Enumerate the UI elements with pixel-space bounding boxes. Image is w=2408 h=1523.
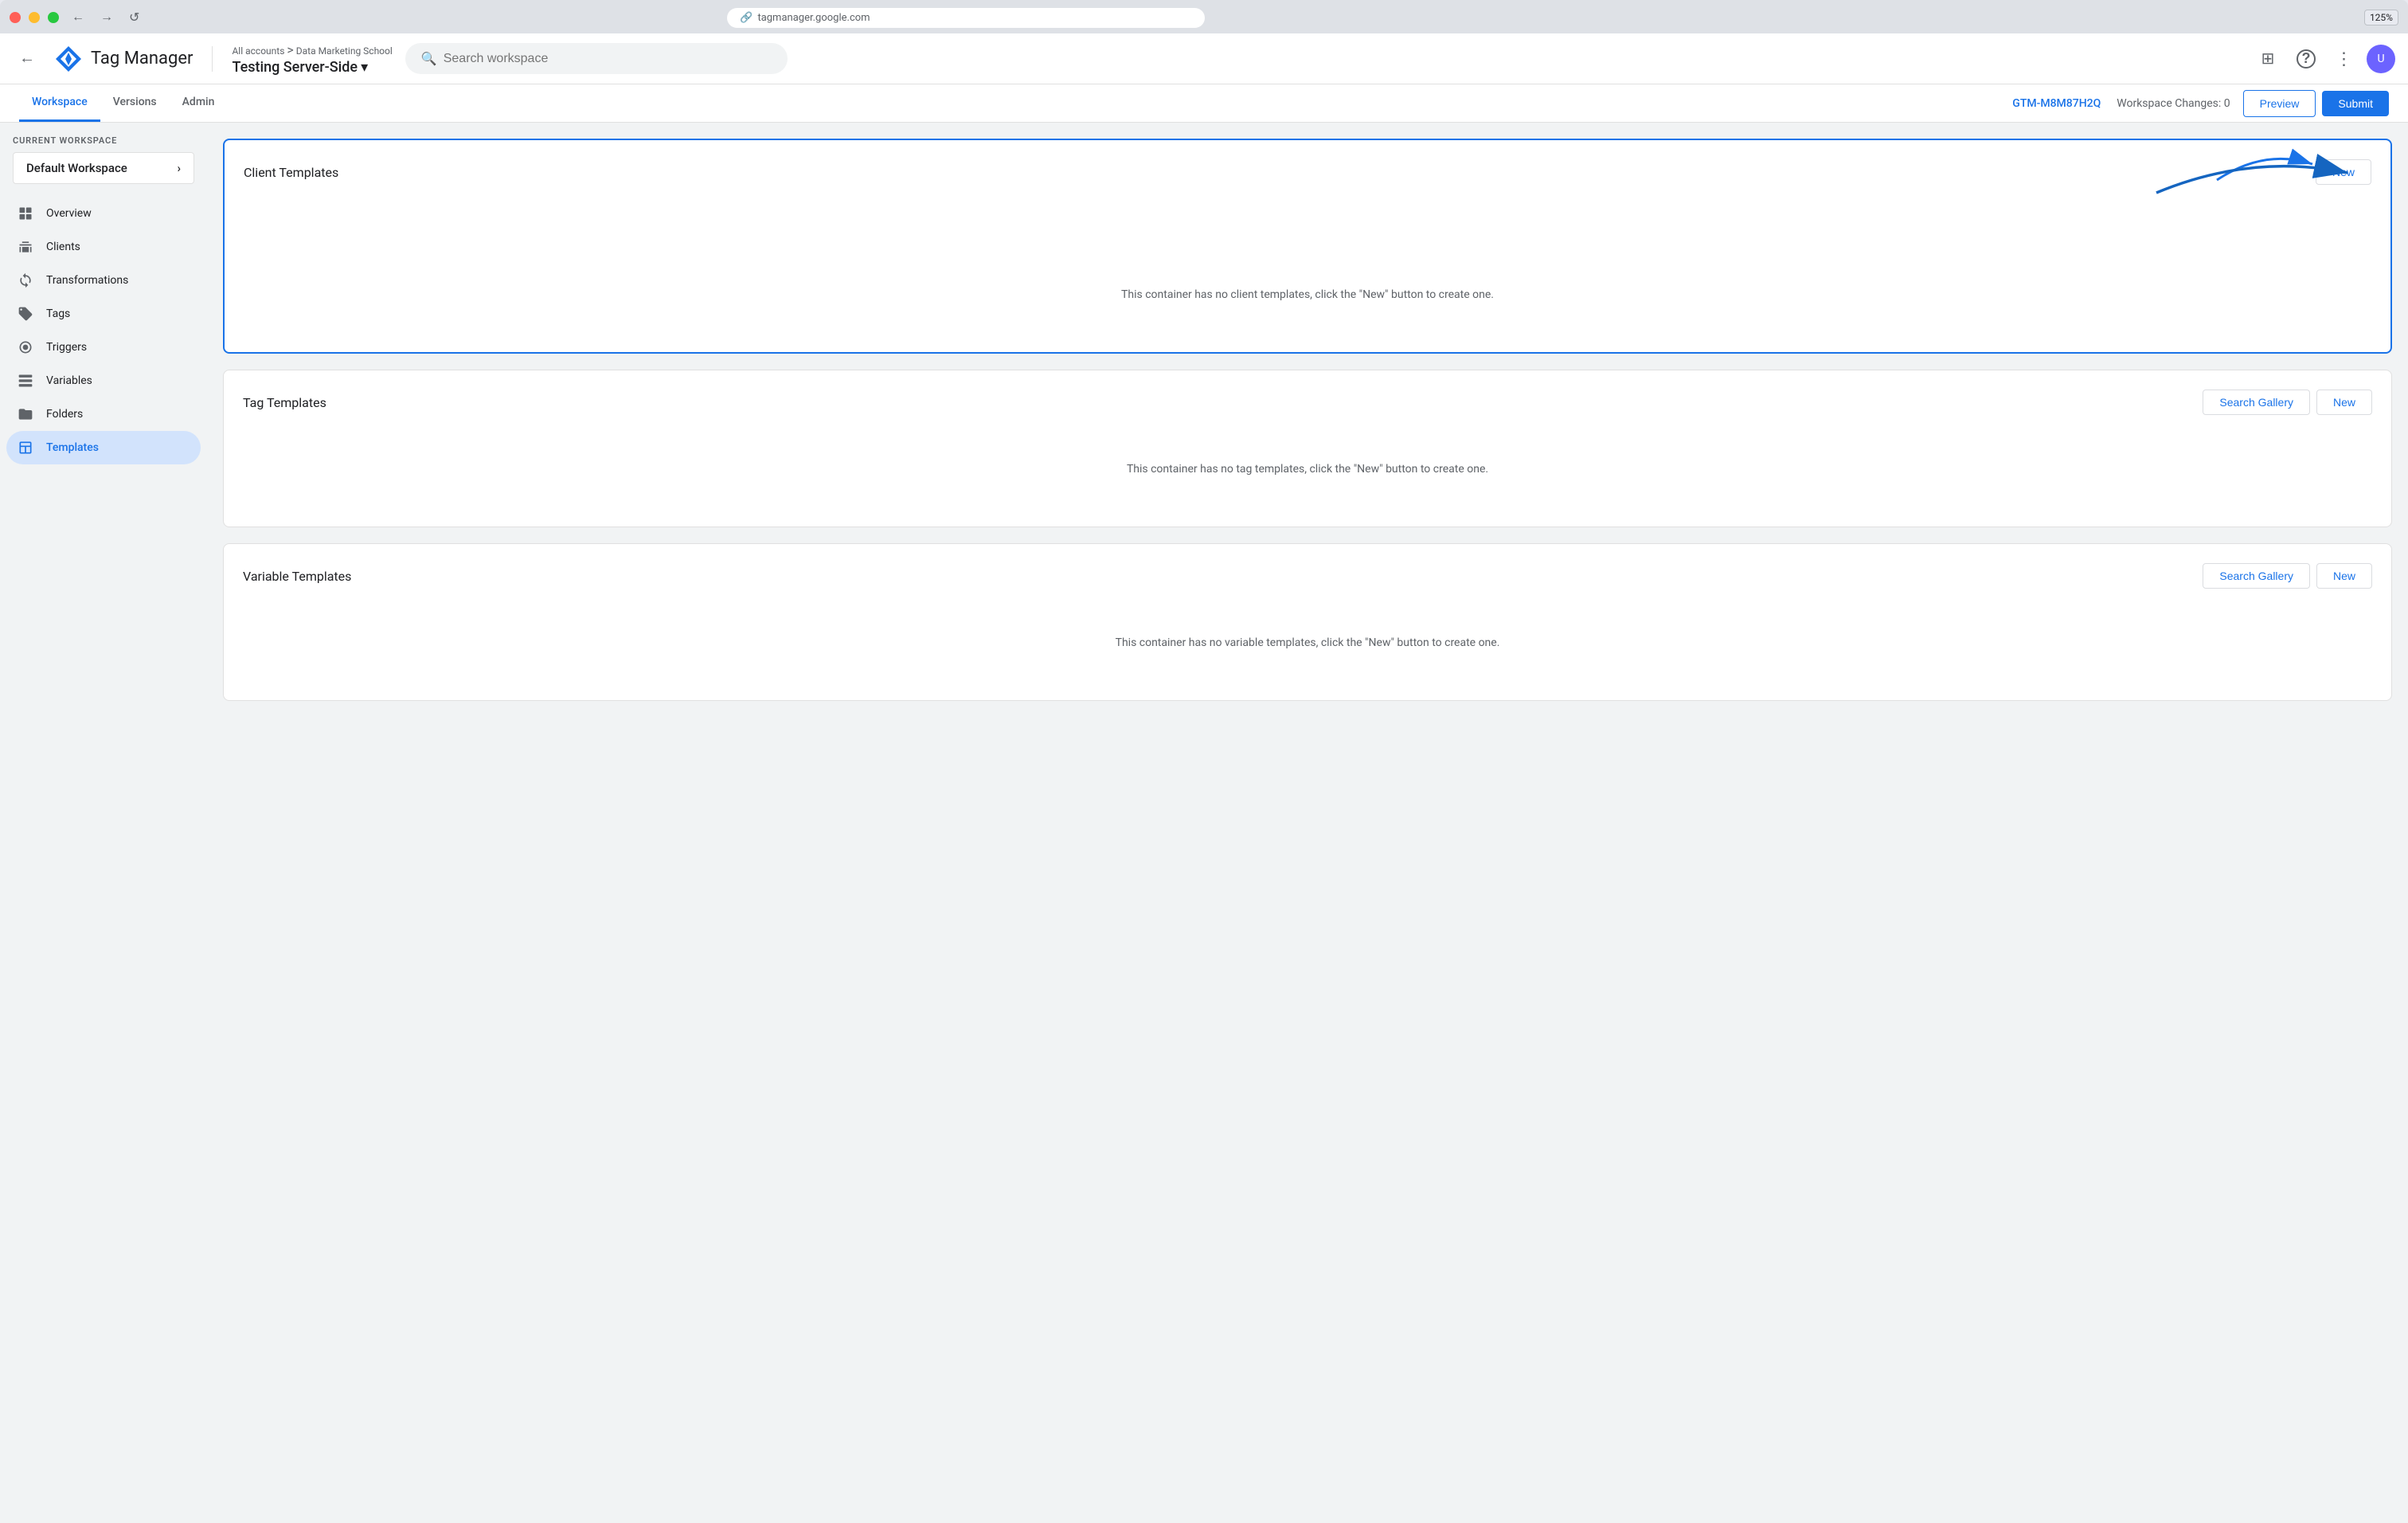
variable-templates-empty: This container has no variable templates… <box>243 605 2372 681</box>
sidebar-item-folders[interactable]: Folders <box>6 397 201 431</box>
close-btn[interactable] <box>10 12 21 23</box>
reload-btn[interactable]: ↺ <box>126 6 143 29</box>
overview-icon <box>16 206 35 221</box>
main-layout: CURRENT WORKSPACE Default Workspace › Ov… <box>0 123 2408 1523</box>
folders-icon <box>16 406 35 422</box>
search-input[interactable] <box>444 52 772 66</box>
tab-versions[interactable]: Versions <box>100 84 170 122</box>
sidebar: CURRENT WORKSPACE Default Workspace › Ov… <box>0 123 207 1523</box>
tag-templates-card: Tag Templates Search Gallery New This co… <box>223 370 2392 527</box>
tag-templates-new-button[interactable]: New <box>2316 390 2372 415</box>
gtm-logo <box>54 45 83 73</box>
triggers-label: Triggers <box>46 341 87 354</box>
tag-templates-search-gallery-button[interactable]: Search Gallery <box>2203 390 2310 415</box>
nav-back-button[interactable]: ← <box>13 43 41 74</box>
blue-arrow <box>2132 145 2371 201</box>
search-icon: 🔍 <box>421 51 437 66</box>
sidebar-nav: Overview Clients Transformations <box>0 197 207 464</box>
workspace-selector[interactable]: All accounts > Data Marketing School Tes… <box>232 42 392 76</box>
variable-templates-title: Variable Templates <box>243 569 351 584</box>
tab-workspace[interactable]: Workspace <box>19 84 100 122</box>
current-workspace-label: CURRENT WORKSPACE <box>0 135 207 152</box>
transformations-icon <box>16 272 35 288</box>
variables-icon <box>16 373 35 389</box>
preview-button[interactable]: Preview <box>2243 90 2316 117</box>
help-button[interactable]: ? <box>2290 43 2322 75</box>
help-icon: ? <box>2297 49 2316 69</box>
tags-icon <box>16 306 35 322</box>
forward-nav-btn[interactable]: → <box>97 7 116 28</box>
sidebar-item-overview[interactable]: Overview <box>6 197 201 230</box>
client-templates-card: Client Templates New <box>223 139 2392 354</box>
overview-label: Overview <box>46 207 92 220</box>
gtm-id[interactable]: GTM-M8M87H2Q <box>2012 97 2101 110</box>
tab-admin[interactable]: Admin <box>170 84 228 122</box>
transformations-label: Transformations <box>46 274 128 287</box>
clients-icon <box>16 239 35 255</box>
content-area: Client Templates New <box>207 123 2408 1523</box>
minimize-btn[interactable] <box>29 12 40 23</box>
maximize-btn[interactable] <box>48 12 59 23</box>
top-nav: ← Tag Manager All accounts > Data Market… <box>0 33 2408 84</box>
back-nav-btn[interactable]: ← <box>68 7 88 28</box>
variable-templates-new-button[interactable]: New <box>2316 563 2372 589</box>
dropdown-icon: ▾ <box>361 59 368 76</box>
sidebar-item-templates[interactable]: Templates <box>6 431 201 464</box>
chevron-right-icon: › <box>177 161 181 175</box>
submit-button[interactable]: Submit <box>2322 91 2389 116</box>
templates-icon <box>16 440 35 456</box>
sidebar-item-transformations[interactable]: Transformations <box>6 264 201 297</box>
logo-area: Tag Manager <box>54 45 193 73</box>
secondary-nav: Workspace Versions Admin GTM-M8M87H2Q Wo… <box>0 84 2408 123</box>
variable-templates-card: Variable Templates Search Gallery New Th… <box>223 543 2392 701</box>
sidebar-item-tags[interactable]: Tags <box>6 297 201 331</box>
variables-label: Variables <box>46 374 92 387</box>
apps-button[interactable]: ⊞ <box>2252 43 2284 75</box>
app-title: Tag Manager <box>91 49 193 69</box>
zoom-indicator: 125% <box>2364 10 2398 25</box>
variable-templates-actions: Search Gallery New <box>2203 563 2372 589</box>
more-icon: ⋮ <box>2336 49 2354 69</box>
tag-templates-actions: Search Gallery New <box>2203 390 2372 415</box>
tag-templates-empty: This container has no tag templates, cli… <box>243 431 2372 507</box>
breadcrumb: All accounts > Data Marketing School <box>232 42 392 57</box>
arrow-area <box>244 201 2371 256</box>
lock-icon: 🔗 <box>740 12 752 24</box>
clients-label: Clients <box>46 241 80 253</box>
workspace-changes: Workspace Changes: 0 <box>2117 97 2230 110</box>
client-templates-header: Client Templates New <box>244 159 2371 185</box>
search-bar[interactable]: 🔍 <box>405 43 788 74</box>
top-nav-actions: ⊞ ? ⋮ U <box>2252 43 2395 75</box>
sidebar-item-clients[interactable]: Clients <box>6 230 201 264</box>
templates-label: Templates <box>46 441 99 454</box>
triggers-icon <box>16 339 35 355</box>
user-avatar[interactable]: U <box>2367 45 2395 73</box>
more-options-button[interactable]: ⋮ <box>2328 43 2360 75</box>
client-templates-empty: This container has no client templates, … <box>244 256 2371 333</box>
tag-templates-header: Tag Templates Search Gallery New <box>243 390 2372 415</box>
variable-templates-header: Variable Templates Search Gallery New <box>243 563 2372 589</box>
url-bar[interactable]: tagmanager.google.com <box>757 12 870 24</box>
apps-grid-icon: ⊞ <box>2261 49 2275 69</box>
workspace-item[interactable]: Default Workspace › <box>13 152 194 184</box>
workspace-dropdown[interactable]: Testing Server-Side ▾ <box>232 59 392 76</box>
sidebar-item-triggers[interactable]: Triggers <box>6 331 201 364</box>
variable-templates-search-gallery-button[interactable]: Search Gallery <box>2203 563 2310 589</box>
tag-templates-title: Tag Templates <box>243 395 326 410</box>
sidebar-item-variables[interactable]: Variables <box>6 364 201 397</box>
client-templates-title: Client Templates <box>244 165 338 180</box>
tags-label: Tags <box>46 307 70 320</box>
folders-label: Folders <box>46 408 83 421</box>
